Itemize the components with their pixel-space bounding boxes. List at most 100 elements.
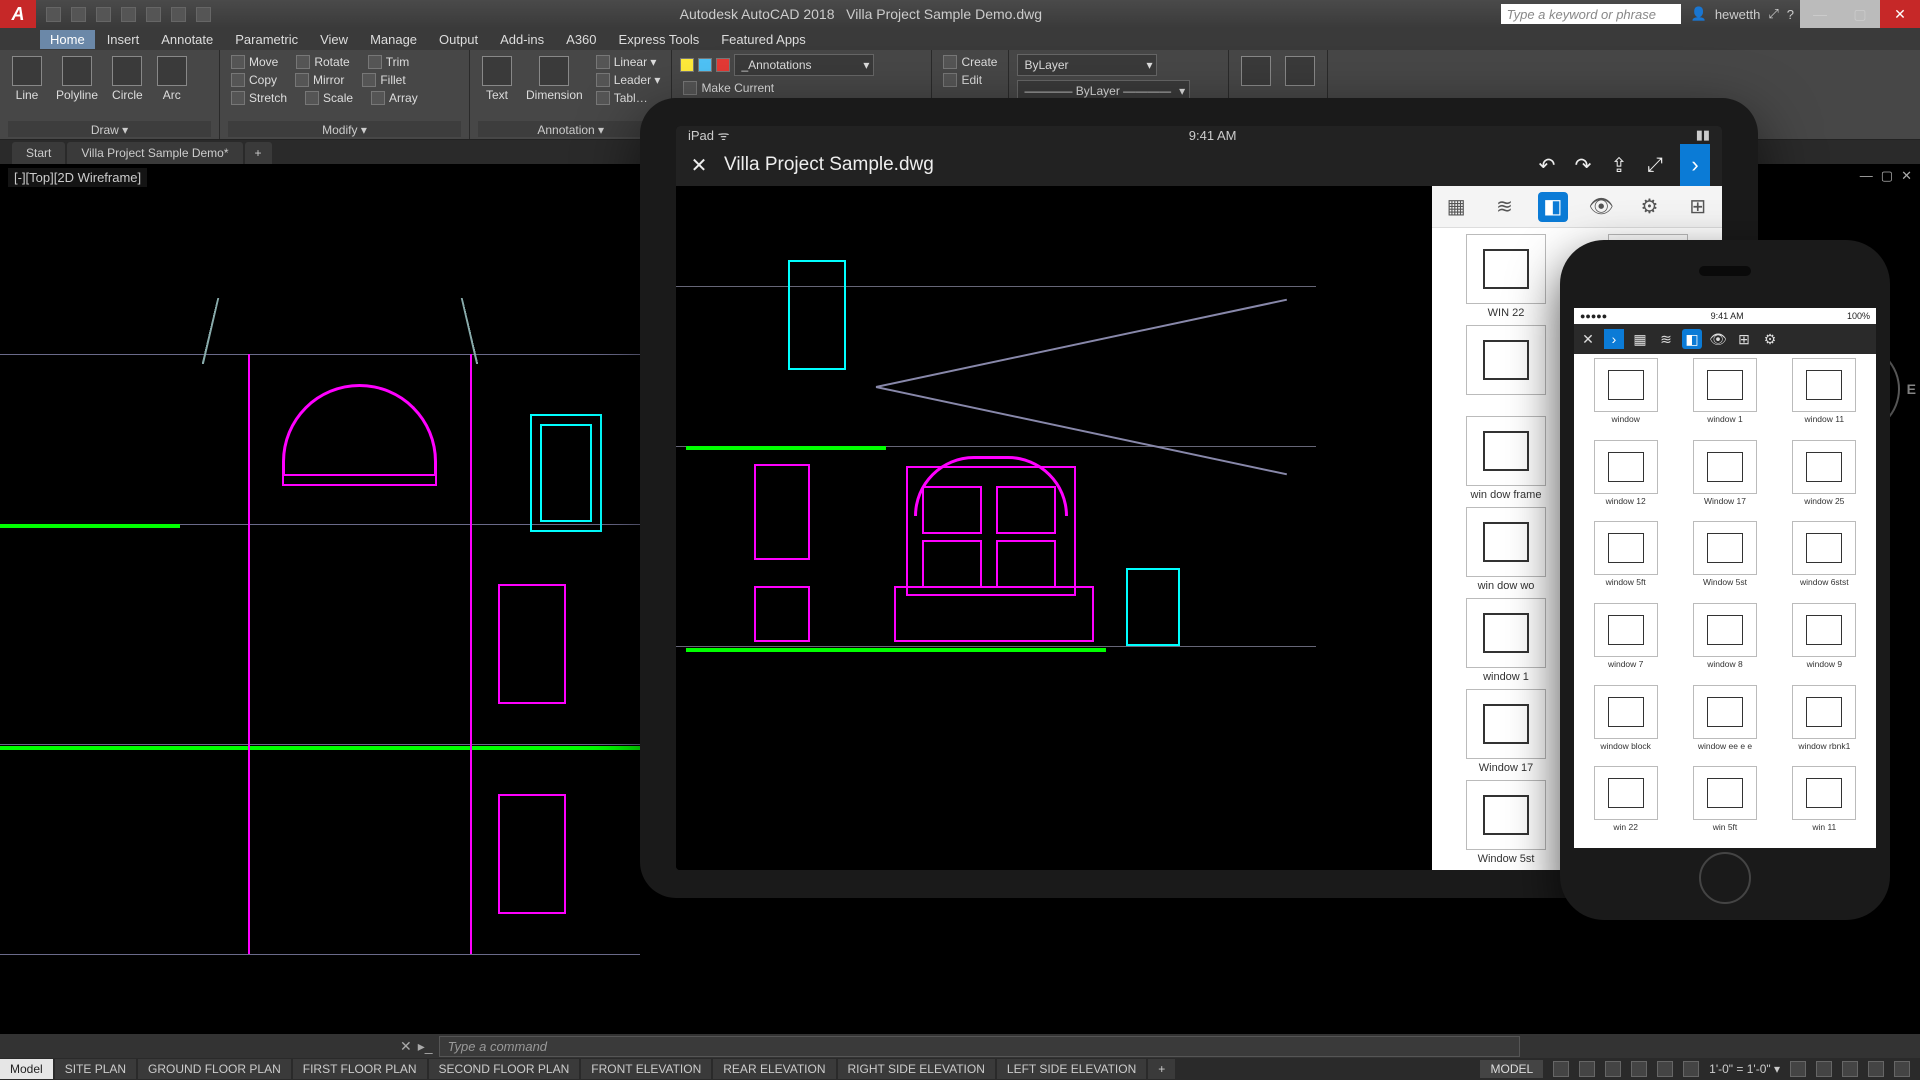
make-current-button[interactable]: Make Current <box>680 80 777 96</box>
help-icon[interactable]: ? <box>1787 7 1794 22</box>
dimension-button[interactable]: Dimension <box>522 54 587 104</box>
doc-tab-file[interactable]: Villa Project Sample Demo* <box>67 142 242 164</box>
clean-screen-icon[interactable] <box>1868 1061 1884 1077</box>
pal-tab-settings-icon[interactable]: ⚙ <box>1634 192 1664 222</box>
polyline-button[interactable]: Polyline <box>52 54 102 104</box>
phone-view-icon[interactable]: 👁 <box>1708 329 1728 349</box>
block-item[interactable]: Window 5st <box>1438 780 1574 865</box>
block-item[interactable]: win 11 <box>1777 766 1872 844</box>
clipboard-button[interactable] <box>1281 54 1319 88</box>
anno-tabl[interactable]: Tabl… <box>593 90 664 106</box>
block-item[interactable]: window <box>1578 358 1673 436</box>
polar-icon[interactable] <box>1631 1061 1647 1077</box>
copy-button[interactable]: Copy <box>228 72 280 88</box>
freeze-icon[interactable] <box>698 58 712 72</box>
viewport-restore-icon[interactable]: ▢ <box>1881 168 1893 184</box>
utilities-button[interactable] <box>1237 54 1275 88</box>
ipad-fullscreen-button[interactable]: ⤢ <box>1644 154 1666 176</box>
ortho-icon[interactable] <box>1605 1061 1621 1077</box>
line-button[interactable]: Line <box>8 54 46 104</box>
block-item[interactable]: window 1 <box>1438 598 1574 683</box>
block-item[interactable]: Window 5st <box>1677 521 1772 599</box>
block-item[interactable]: window 1 <box>1677 358 1772 436</box>
layout-tab-right-side-elevation[interactable]: RIGHT SIDE ELEVATION <box>838 1059 995 1079</box>
array-button[interactable]: Array <box>368 90 421 106</box>
layout-tab-site-plan[interactable]: SITE PLAN <box>55 1059 136 1079</box>
block-item[interactable]: window 8 <box>1677 603 1772 681</box>
ipad-undo-button[interactable]: ↶ <box>1536 154 1558 176</box>
menu-tab-view[interactable]: View <box>310 30 358 49</box>
rotate-button[interactable]: Rotate <box>293 54 352 70</box>
block-item[interactable]: WIN 22 <box>1438 234 1574 319</box>
grid-icon[interactable] <box>1553 1061 1569 1077</box>
lineweight-icon[interactable] <box>1683 1061 1699 1077</box>
viewport-label[interactable]: [-][Top][2D Wireframe] <box>8 168 147 187</box>
doc-tab-new[interactable]: + <box>245 142 272 164</box>
ipad-redo-button[interactable]: ↷ <box>1572 154 1594 176</box>
user-name[interactable]: hewetth <box>1715 7 1761 22</box>
customize-icon[interactable] <box>1894 1061 1910 1077</box>
color-combo[interactable]: ByLayer <box>1017 54 1157 76</box>
phone-layers-icon[interactable]: ≋ <box>1656 329 1676 349</box>
fillet-button[interactable]: Fillet <box>359 72 408 88</box>
ipad-share-button[interactable]: ⇪ <box>1608 154 1630 176</box>
snap-icon[interactable] <box>1579 1061 1595 1077</box>
bulb-icon[interactable] <box>680 58 694 72</box>
layout-tab-rear-elevation[interactable]: REAR ELEVATION <box>713 1059 835 1079</box>
ipad-drawing-canvas[interactable]: ⚡Quick Tools✎DrawAAnnotate⟟Measure↔Dimen… <box>676 186 1432 870</box>
text-button[interactable]: Text <box>478 54 516 104</box>
command-input[interactable]: Type a command <box>439 1036 1520 1057</box>
phone-close-button[interactable]: ✕ <box>1578 329 1598 349</box>
layer-combo[interactable]: _Annotations <box>734 54 874 76</box>
layout-tab-left-side-elevation[interactable]: LEFT SIDE ELEVATION <box>997 1059 1146 1079</box>
block-item[interactable]: win 22 <box>1578 766 1673 844</box>
ipad-close-button[interactable]: ✕ <box>688 154 710 176</box>
block-item[interactable]: window 25 <box>1777 440 1872 518</box>
phone-panel-toggle[interactable]: › <box>1604 329 1624 349</box>
pal-tab-layouts-icon[interactable]: ▦ <box>1441 192 1471 222</box>
menu-tab-express-tools[interactable]: Express Tools <box>609 30 710 49</box>
block-item[interactable]: window block <box>1578 685 1673 763</box>
block-item[interactable]: window 5ft <box>1578 521 1673 599</box>
window-maximize-button[interactable]: ▢ <box>1840 0 1880 28</box>
arc-button[interactable]: Arc <box>153 54 191 104</box>
layout-tab-front-elevation[interactable]: FRONT ELEVATION <box>581 1059 711 1079</box>
menu-tab-annotate[interactable]: Annotate <box>151 30 223 49</box>
workspace-icon[interactable] <box>1790 1061 1806 1077</box>
block-item[interactable]: window 6stst <box>1777 521 1872 599</box>
layout-tab-add[interactable]: + <box>1148 1059 1175 1079</box>
trim-button[interactable]: Trim <box>365 54 413 70</box>
block-item[interactable] <box>1438 325 1574 410</box>
modelspace-toggle[interactable]: MODEL <box>1480 1060 1543 1078</box>
block-item[interactable]: win dow frame <box>1438 416 1574 501</box>
layout-tabs[interactable]: ModelSITE PLANGROUND FLOOR PLANFIRST FLO… <box>0 1058 1920 1080</box>
signin-icon[interactable]: 👤 <box>1691 6 1707 22</box>
quick-access-toolbar[interactable] <box>36 7 221 22</box>
phone-settings-icon[interactable]: ⚙ <box>1760 329 1780 349</box>
phone-props-icon[interactable]: ⊞ <box>1734 329 1754 349</box>
menu-tab-add-ins[interactable]: Add-ins <box>490 30 554 49</box>
menu-tab-parametric[interactable]: Parametric <box>225 30 308 49</box>
layout-tab-model[interactable]: Model <box>0 1059 53 1079</box>
block-item[interactable]: window 9 <box>1777 603 1872 681</box>
move-button[interactable]: Move <box>228 54 281 70</box>
mirror-button[interactable]: Mirror <box>292 72 347 88</box>
doc-tab-start[interactable]: Start <box>12 142 65 164</box>
block-item[interactable]: window ee e e <box>1677 685 1772 763</box>
block-item[interactable]: window 12 <box>1578 440 1673 518</box>
block-item[interactable]: Window 17 <box>1438 689 1574 774</box>
block-item[interactable]: window 7 <box>1578 603 1673 681</box>
create-block-button[interactable]: Create <box>940 54 1000 70</box>
keyword-search-input[interactable]: Type a keyword or phrase <box>1501 4 1681 24</box>
layout-tab-first-floor-plan[interactable]: FIRST FLOOR PLAN <box>293 1059 427 1079</box>
viewport-minimize-icon[interactable]: — <box>1860 168 1873 184</box>
layout-tab-second-floor-plan[interactable]: SECOND FLOOR PLAN <box>429 1059 580 1079</box>
anno-linear[interactable]: Linear ▾ <box>593 54 664 70</box>
layer-color-icon[interactable] <box>716 58 730 72</box>
hardware-accel-icon[interactable] <box>1816 1061 1832 1077</box>
pal-tab-blocks-icon[interactable]: ◧ <box>1538 192 1568 222</box>
viewport-close-icon[interactable]: ✕ <box>1901 168 1912 184</box>
menu-tab-featured-apps[interactable]: Featured Apps <box>711 30 816 49</box>
close-cmd-icon[interactable]: ✕ <box>400 1038 412 1055</box>
block-item[interactable]: win dow wo <box>1438 507 1574 592</box>
